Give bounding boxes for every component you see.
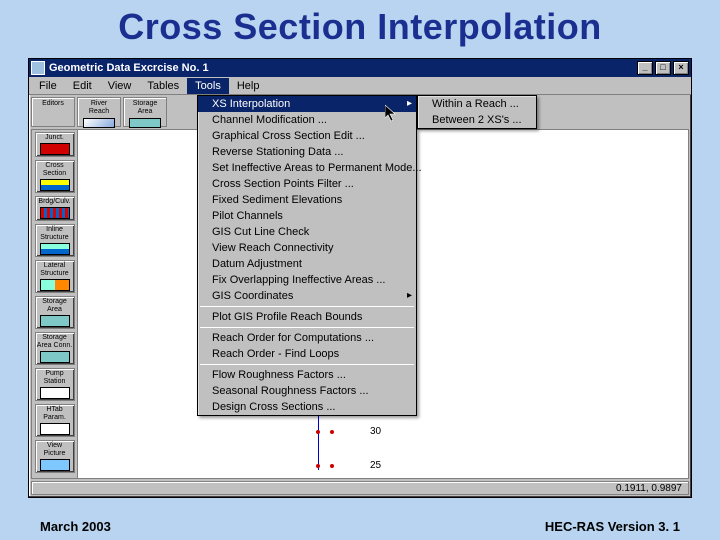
menu-item-datum-adjustment[interactable]: Datum Adjustment — [198, 256, 416, 272]
maximize-button[interactable]: □ — [655, 61, 671, 75]
submenu-item-within-a-reach[interactable]: Within a Reach ... — [418, 96, 536, 112]
tool-swatch-icon — [40, 279, 70, 291]
window-title: Geometric Data Excrcise No. 1 — [49, 62, 209, 74]
menu-tables[interactable]: Tables — [139, 78, 187, 94]
menu-item-set-ineffective-areas-to-permanent-mode[interactable]: Set Ineffective Areas to Permanent Mode.… — [198, 160, 416, 176]
tool-storage-area-conn-[interactable]: Storage Area Conn. — [35, 332, 75, 365]
xs-label: 30 — [370, 426, 381, 437]
menu-item-seasonal-roughness-factors[interactable]: Seasonal Roughness Factors ... — [198, 383, 416, 399]
tool-swatch-icon — [40, 179, 70, 191]
menu-item-reach-order-find-loops[interactable]: Reach Order - Find Loops — [198, 346, 416, 362]
close-button[interactable]: × — [673, 61, 689, 75]
menu-item-fix-overlapping-ineffective-areas[interactable]: Fix Overlapping Ineffective Areas ... — [198, 272, 416, 288]
menu-separator — [200, 306, 414, 307]
status-bar: 0.1911, 0.9897 — [31, 481, 689, 495]
tool-inline-structure[interactable]: Inline Structure — [35, 224, 75, 257]
menu-separator — [200, 327, 414, 328]
river-reach-tool[interactable]: River Reach — [77, 97, 121, 127]
tool-swatch-icon — [40, 143, 70, 155]
node-dot — [316, 464, 320, 468]
menu-view[interactable]: View — [100, 78, 140, 94]
node-dot — [316, 430, 320, 434]
slide-title: Cross Section Interpolation — [0, 0, 720, 52]
menu-help[interactable]: Help — [229, 78, 268, 94]
menu-item-xs-interpolation[interactable]: XS Interpolation — [198, 96, 416, 112]
menu-item-graphical-cross-section-edit[interactable]: Graphical Cross Section Edit ... — [198, 128, 416, 144]
node-dot — [330, 464, 334, 468]
tool-swatch-icon — [40, 207, 70, 219]
menu-tools[interactable]: Tools — [187, 78, 229, 94]
menu-item-reverse-stationing-data[interactable]: Reverse Stationing Data ... — [198, 144, 416, 160]
menu-item-reach-order-for-computations[interactable]: Reach Order for Computations ... — [198, 330, 416, 346]
menu-item-pilot-channels[interactable]: Pilot Channels — [198, 208, 416, 224]
mouse-cursor-icon — [385, 105, 397, 123]
footer-date: March 2003 — [40, 519, 111, 534]
left-toolbar: Junct. Cross Section Brdg/Culv. Inline Stru… — [32, 130, 78, 478]
tool-junct-[interactable]: Junct. — [35, 132, 75, 157]
tool-cross-section[interactable]: Cross Section — [35, 160, 75, 193]
menu-file[interactable]: File — [31, 78, 65, 94]
tool-pump-station[interactable]: Pump Station — [35, 368, 75, 401]
menubar[interactable]: File Edit View Tables Tools Help — [29, 77, 691, 95]
xs-label: 25 — [370, 460, 381, 471]
menu-item-view-reach-connectivity[interactable]: View Reach Connectivity — [198, 240, 416, 256]
submenu-item-between-xs-s[interactable]: Between 2 XS's ... — [418, 112, 536, 128]
tool-swatch-icon — [40, 387, 70, 399]
menu-item-flow-roughness-factors[interactable]: Flow Roughness Factors ... — [198, 367, 416, 383]
menu-item-gis-cut-line-check[interactable]: GIS Cut Line Check — [198, 224, 416, 240]
node-dot — [330, 430, 334, 434]
menu-item-cross-section-points-filter[interactable]: Cross Section Points Filter ... — [198, 176, 416, 192]
editors-cell: Editors — [31, 97, 75, 127]
tool-swatch-icon — [40, 459, 70, 471]
minimize-button[interactable]: _ — [637, 61, 653, 75]
menu-item-gis-coordinates[interactable]: GIS Coordinates — [198, 288, 416, 304]
tool-storage-area[interactable]: Storage Area — [35, 296, 75, 329]
cursor-coords: 0.1911, 0.9897 — [616, 483, 682, 494]
menu-item-design-cross-sections[interactable]: Design Cross Sections ... — [198, 399, 416, 415]
tool-brdg-culv-[interactable]: Brdg/Culv. — [35, 196, 75, 221]
tool-swatch-icon — [40, 351, 70, 363]
app-icon — [31, 61, 45, 75]
tools-menu[interactable]: XS InterpolationChannel Modification ...… — [197, 95, 417, 416]
menu-separator — [200, 364, 414, 365]
menu-item-fixed-sediment-elevations[interactable]: Fixed Sediment Elevations — [198, 192, 416, 208]
tool-swatch-icon — [40, 243, 70, 255]
xs-interpolation-submenu[interactable]: Within a Reach ...Between 2 XS's ... — [417, 95, 537, 129]
storage-area-tool[interactable]: Storage Area — [123, 97, 167, 127]
geometric-data-window: Geometric Data Excrcise No. 1 _ □ × File… — [28, 58, 692, 498]
tool-lateral-structure[interactable]: Lateral Structure — [35, 260, 75, 293]
menu-item-plot-gis-profile-reach-bounds[interactable]: Plot GIS Profile Reach Bounds — [198, 309, 416, 325]
menu-item-channel-modification[interactable]: Channel Modification ... — [198, 112, 416, 128]
tool-htab-param-[interactable]: HTab Param. — [35, 404, 75, 437]
slide-footer: March 2003 HEC-RAS Version 3. 1 — [0, 519, 720, 534]
tool-swatch-icon — [40, 423, 70, 435]
menu-edit[interactable]: Edit — [65, 78, 100, 94]
tool-view-picture[interactable]: View Picture — [35, 440, 75, 473]
titlebar[interactable]: Geometric Data Excrcise No. 1 _ □ × — [29, 59, 691, 77]
footer-version: HEC-RAS Version 3. 1 — [545, 519, 680, 534]
tool-swatch-icon — [40, 315, 70, 327]
